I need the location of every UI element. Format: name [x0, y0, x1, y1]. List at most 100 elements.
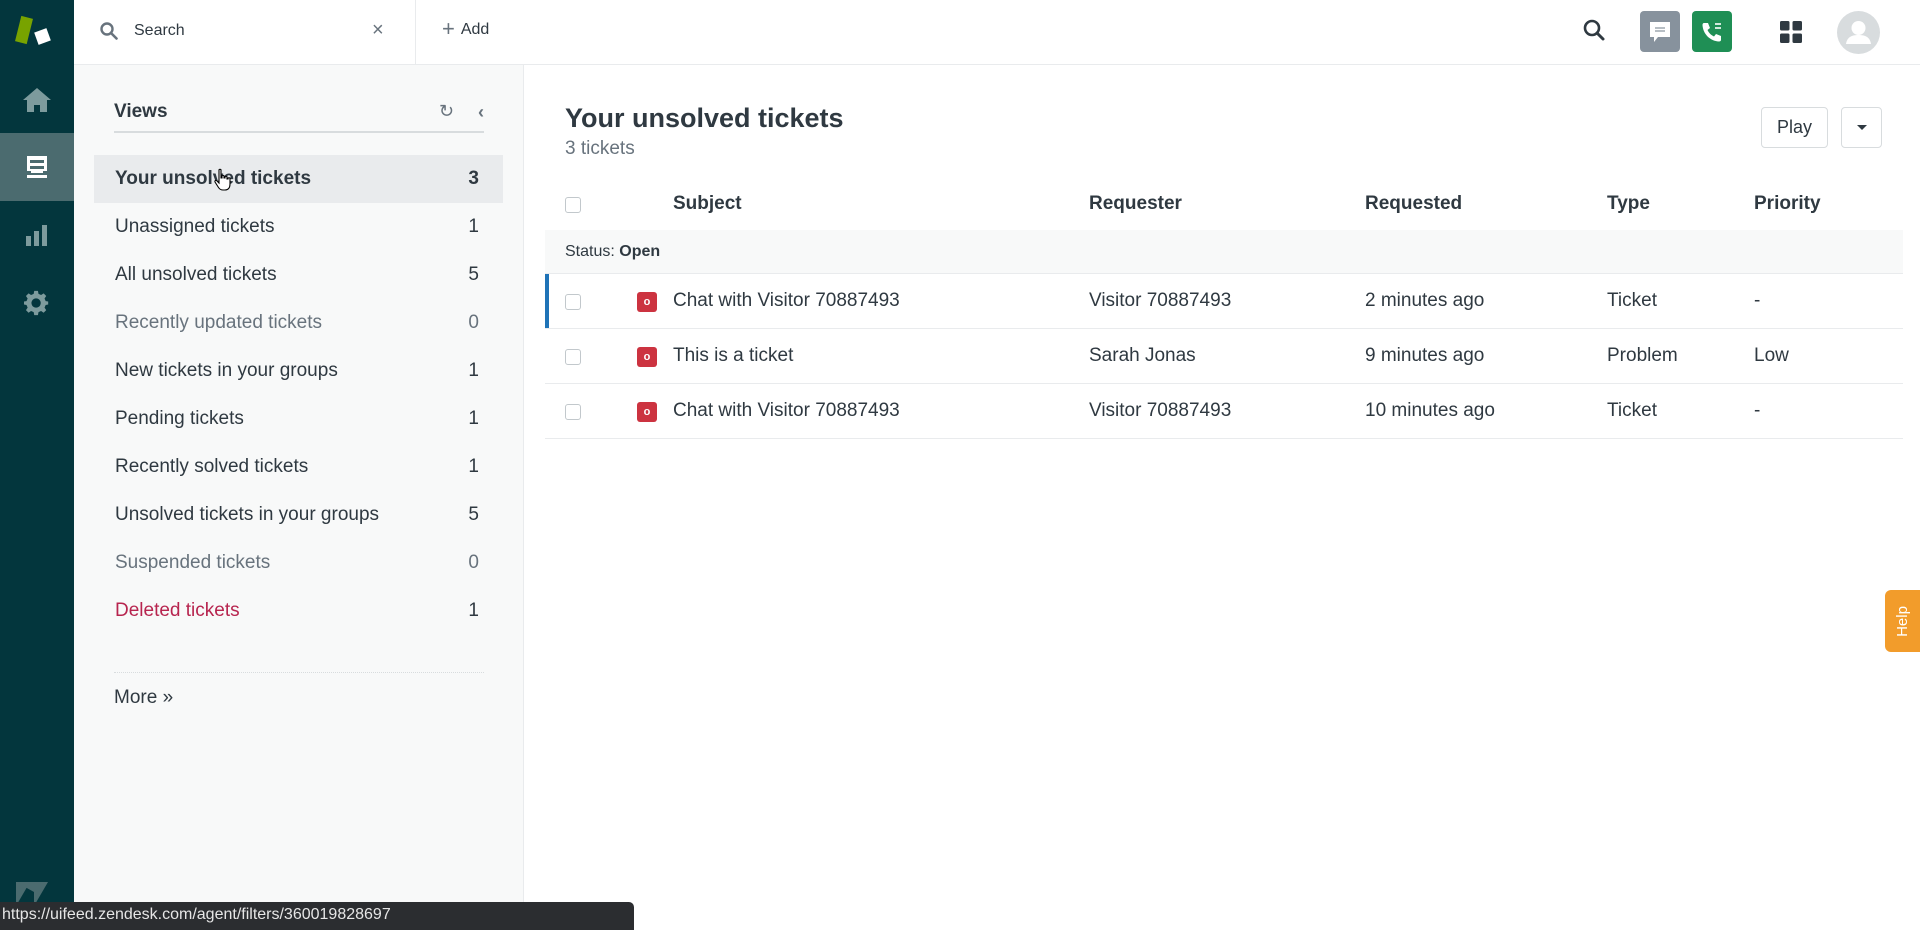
view-list: Your unsolved tickets 3 Unassigned tickets… — [94, 155, 503, 635]
column-requested[interactable]: Requested — [1365, 193, 1462, 215]
cell-requested: 10 minutes ago — [1365, 400, 1495, 421]
view-item-label: Recently solved tickets — [115, 456, 309, 477]
cell-subject[interactable]: Chat with Visitor 70887493 — [673, 290, 900, 312]
plus-icon: + — [442, 16, 455, 41]
search-icon — [100, 22, 118, 40]
nav-views[interactable] — [0, 133, 74, 201]
view-item-label: Suspended tickets — [115, 552, 271, 573]
apps-grid-icon[interactable] — [1780, 21, 1802, 43]
view-item-label: Deleted tickets — [115, 600, 240, 621]
collapse-icon[interactable]: ‹ — [478, 102, 484, 123]
row-checkbox[interactable] — [565, 404, 581, 420]
more-views-link[interactable]: More » — [114, 687, 173, 709]
view-item-count: 1 — [468, 216, 479, 237]
row-checkbox[interactable] — [565, 349, 581, 365]
views-panel: Views ↻ ‹ Your unsolved tickets 3 Unassign… — [74, 65, 524, 930]
inbox-icon — [27, 156, 47, 178]
select-all-checkbox[interactable] — [565, 197, 581, 213]
table-row[interactable]: o This is a ticket Sarah Jonas 9 minutes ag… — [545, 329, 1903, 384]
view-item[interactable]: Deleted tickets 1 — [94, 587, 503, 635]
cell-subject[interactable]: This is a ticket — [673, 345, 793, 367]
zendesk-logo[interactable] — [14, 14, 54, 50]
view-item-count: 1 — [468, 408, 479, 429]
view-options-button[interactable] — [1841, 107, 1882, 148]
view-item[interactable]: All unsolved tickets 5 — [94, 251, 503, 299]
row-checkbox[interactable] — [565, 294, 581, 310]
gear-icon — [24, 290, 49, 316]
views-header: Views ↻ ‹ — [114, 101, 484, 133]
table-header: Subject Requester Requested Type Priorit… — [545, 177, 1903, 230]
table-row[interactable]: o Chat with Visitor 70887493 Visitor 70887… — [545, 274, 1903, 329]
column-priority[interactable]: Priority — [1754, 193, 1821, 215]
cell-requester[interactable]: Visitor 70887493 — [1089, 400, 1231, 422]
refresh-icon[interactable]: ↻ — [439, 101, 454, 122]
page-title: Your unsolved tickets — [565, 103, 844, 133]
play-button[interactable]: Play — [1761, 107, 1828, 148]
group-header-status: Status: Open — [545, 230, 1903, 274]
product-nav — [0, 0, 74, 930]
add-button[interactable]: + Add — [442, 16, 490, 41]
close-icon[interactable]: × — [372, 19, 384, 42]
top-bar: Search × + Add — [74, 0, 1920, 65]
column-subject[interactable]: Subject — [673, 193, 742, 215]
views-title: Views — [114, 101, 168, 122]
cell-requested: 9 minutes ago — [1365, 345, 1485, 366]
views-divider — [114, 672, 484, 673]
view-item[interactable]: Recently updated tickets 0 — [94, 299, 503, 347]
column-requester[interactable]: Requester — [1089, 193, 1182, 215]
logo-green-shape — [15, 15, 33, 45]
ticket-count: 3 tickets — [565, 138, 635, 159]
avatar[interactable] — [1837, 11, 1880, 54]
view-item-label: New tickets in your groups — [115, 360, 338, 381]
view-item[interactable]: Suspended tickets 0 — [94, 539, 503, 587]
nav-reporting[interactable] — [0, 201, 74, 269]
search-text[interactable]: Search — [134, 22, 185, 40]
talk-button[interactable] — [1692, 11, 1732, 52]
view-item[interactable]: Unsolved tickets in your groups 5 — [94, 491, 503, 539]
view-item[interactable]: New tickets in your groups 1 — [94, 347, 503, 395]
bar-chart-icon — [26, 225, 47, 246]
help-label: Help — [1893, 605, 1911, 637]
view-item-label: All unsolved tickets — [115, 264, 277, 285]
group-value: Open — [619, 243, 661, 260]
view-item[interactable]: Recently solved tickets 1 — [94, 443, 503, 491]
view-item-label: Recently updated tickets — [115, 312, 323, 333]
cell-type: Ticket — [1607, 290, 1657, 311]
cell-requester[interactable]: Visitor 70887493 — [1089, 290, 1231, 312]
view-item-label: Unassigned tickets — [115, 216, 275, 237]
help-button[interactable]: Help — [1885, 590, 1920, 652]
view-item[interactable]: Pending tickets 1 — [94, 395, 503, 443]
table-row[interactable]: o Chat with Visitor 70887493 Visitor 70887… — [545, 384, 1903, 439]
nav-home[interactable] — [0, 66, 74, 134]
view-item-count: 5 — [468, 264, 479, 285]
cell-priority: - — [1754, 400, 1761, 421]
add-label: Add — [460, 21, 490, 38]
view-item-count: 1 — [468, 360, 479, 381]
cell-requester[interactable]: Sarah Jonas — [1089, 345, 1196, 367]
home-icon — [23, 88, 51, 112]
view-item-count: 0 — [468, 552, 479, 573]
search-field[interactable]: Search × — [74, 0, 416, 64]
view-item-count: 1 — [468, 456, 479, 477]
search-icon[interactable] — [1582, 18, 1606, 42]
view-item-label: Unsolved tickets in your groups — [115, 504, 380, 525]
cell-subject[interactable]: Chat with Visitor 70887493 — [673, 400, 900, 422]
view-item[interactable]: Your unsolved tickets 3 — [94, 155, 503, 203]
view-item-count: 5 — [468, 504, 479, 525]
column-type[interactable]: Type — [1607, 193, 1650, 215]
view-item-count: 3 — [468, 168, 479, 189]
table-body: o Chat with Visitor 70887493 Visitor 70887… — [545, 274, 1903, 439]
view-item-label: Pending tickets — [115, 408, 244, 429]
group-label: Status: — [565, 243, 615, 260]
chat-button[interactable] — [1640, 11, 1680, 52]
tickets-table: Subject Requester Requested Type Priorit… — [545, 177, 1903, 439]
hand-cursor-icon — [214, 168, 231, 191]
status-badge: o — [637, 292, 657, 312]
chat-icon — [1650, 21, 1670, 42]
view-item[interactable]: Unassigned tickets 1 — [94, 203, 503, 251]
nav-admin[interactable] — [0, 269, 74, 337]
link-status-bar: https://uifeed.zendesk.com/agent/filters… — [0, 902, 634, 930]
cell-type: Ticket — [1607, 400, 1657, 421]
caret-down-icon — [1856, 125, 1867, 130]
cell-priority: - — [1754, 290, 1761, 311]
